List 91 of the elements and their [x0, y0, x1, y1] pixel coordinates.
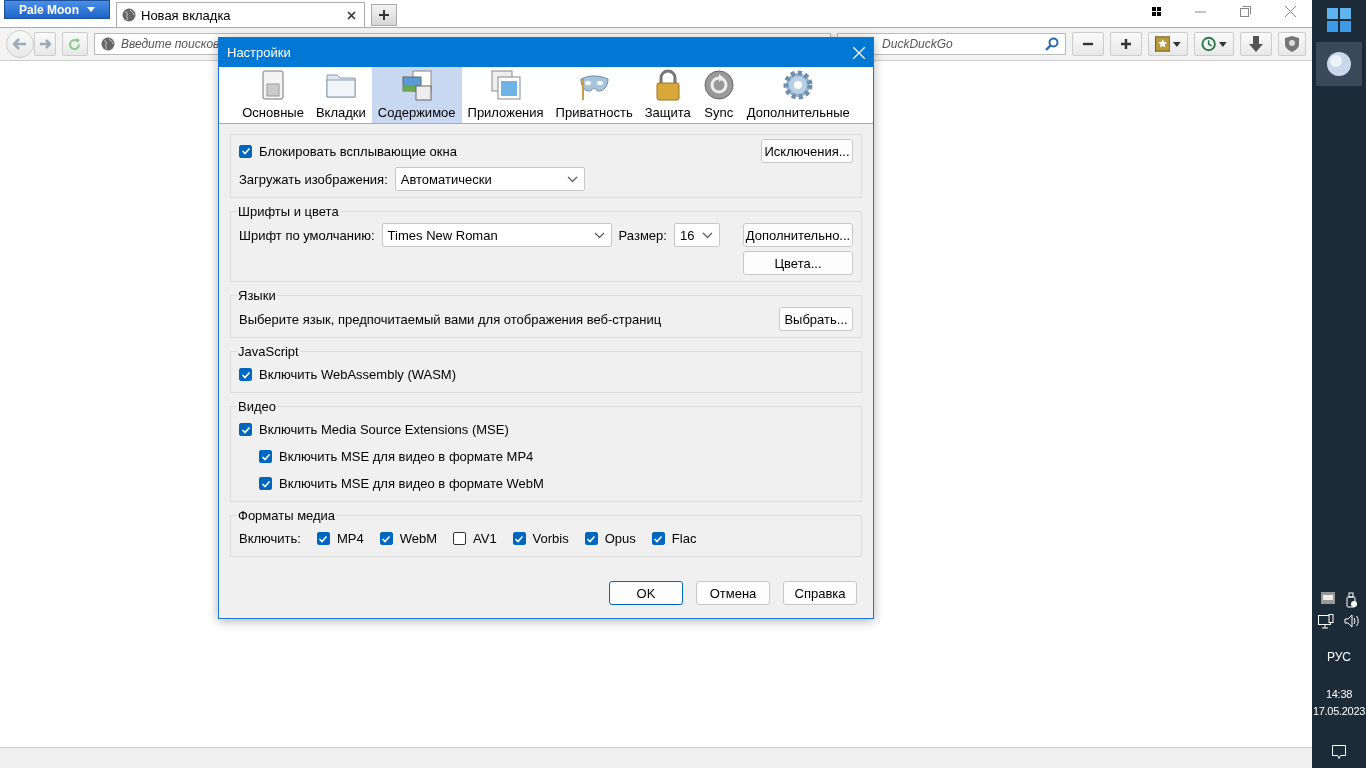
dropdown[interactable]: 16 [673, 223, 720, 247]
globe-icon [100, 37, 115, 51]
plus-icon [1120, 38, 1133, 50]
checkbox[interactable] [239, 368, 252, 381]
exceptions-button[interactable]: Исключения... [761, 139, 853, 163]
field-label: Загружать изображения: [239, 171, 388, 187]
dialog-button[interactable]: OK [609, 581, 683, 605]
globe-icon [122, 8, 136, 22]
zoom-in-button[interactable] [1110, 32, 1143, 56]
group-title: Форматы медиа [237, 508, 337, 523]
group-title: JavaScript [237, 344, 300, 359]
checkbox[interactable] [379, 532, 393, 545]
sync-icon [702, 69, 735, 101]
dialog-title: Настройки [227, 45, 291, 60]
new-tab-button[interactable] [371, 4, 397, 26]
taskbar-app-button[interactable] [1316, 42, 1362, 86]
checkbox[interactable] [239, 423, 252, 436]
choose-button[interactable]: Выбрать... [779, 307, 853, 331]
checkbox-label[interactable]: Включить MSE для видео в формате WebM [279, 476, 544, 491]
dropdown[interactable]: Автоматически [394, 167, 585, 191]
checkbox[interactable] [316, 532, 330, 545]
restore-icon[interactable] [1240, 6, 1251, 17]
pictures-icon [400, 69, 433, 101]
field-label: Шрифт по умолчанию: [239, 227, 375, 243]
shield-button[interactable] [1278, 32, 1306, 56]
checkbox-label[interactable]: Блокировать всплывающие окна [259, 143, 457, 159]
windows-logo-icon[interactable] [1327, 8, 1351, 32]
download-arrow-icon [1249, 36, 1263, 52]
caret-icon [87, 7, 95, 12]
checkbox-label[interactable]: MP4 [336, 531, 364, 546]
language-indicator[interactable]: РУС [1327, 650, 1351, 664]
group-title: Языки [237, 288, 277, 303]
caret-icon [1219, 41, 1228, 47]
forward-arrow-icon [39, 39, 51, 49]
close-icon[interactable] [347, 10, 356, 20]
usb-icon[interactable] [1345, 592, 1357, 608]
colors-button[interactable]: Цвета... [743, 251, 853, 275]
moon-icon [1326, 51, 1352, 77]
pane-tab[interactable]: Защита [638, 67, 697, 123]
caret-icon [1173, 41, 1182, 47]
checkbox-label[interactable]: WebM [399, 531, 437, 546]
clock[interactable]: 14:38 17.05.2023 [1312, 686, 1366, 720]
chevron-down-icon [566, 175, 578, 183]
checkbox-label[interactable]: Opus [604, 531, 636, 546]
checkbox[interactable] [651, 532, 665, 545]
field-label: Размер: [618, 227, 667, 243]
pane-tab[interactable]: Sync [696, 67, 741, 123]
app-menu-button[interactable]: Pale Moon [4, 0, 110, 19]
description-text: Выберите язык, предпочитаемый вами для отображения веб-страниц [239, 311, 662, 327]
checkbox[interactable] [259, 477, 272, 490]
zoom-out-button[interactable] [1072, 32, 1105, 56]
group-title: Шрифты и цвета [237, 204, 340, 219]
checkbox-label[interactable]: AV1 [473, 531, 497, 546]
pane-tab[interactable]: Приватность [549, 67, 639, 123]
reload-icon [68, 37, 82, 51]
checkbox[interactable] [512, 532, 526, 545]
checkbox[interactable] [453, 532, 466, 545]
field-label: Включить: [239, 531, 301, 546]
search-icon[interactable] [1045, 37, 1060, 51]
chevron-down-icon [701, 231, 713, 239]
checkbox[interactable] [259, 450, 272, 463]
notification-icon[interactable] [1331, 744, 1347, 760]
checkbox-label[interactable]: Flac [671, 531, 697, 546]
checkbox-label[interactable]: Vorbis [532, 531, 569, 546]
checkbox[interactable] [584, 532, 598, 545]
chevron-down-icon [593, 231, 605, 239]
clock-icon [1201, 36, 1217, 52]
group-title: Видео [237, 399, 277, 414]
checkbox-label[interactable]: Включить MSE для видео в формате MP4 [279, 449, 534, 464]
network-icon[interactable] [1318, 614, 1334, 630]
download-button[interactable] [1240, 32, 1272, 56]
checkbox[interactable] [239, 144, 252, 158]
pane-tab[interactable]: Вкладки [309, 67, 372, 123]
dialog-button[interactable]: Отмена [696, 581, 770, 605]
dialog-button[interactable]: Справка [783, 581, 857, 605]
pane-tab[interactable]: Содержимое [371, 67, 462, 123]
grid-icon[interactable] [1152, 7, 1161, 16]
dropdown[interactable]: Times New Roman [381, 223, 612, 247]
pane-tab[interactable]: Дополнительные [740, 67, 856, 123]
shield-icon [1285, 36, 1299, 52]
pane-tab[interactable]: Приложения [461, 67, 550, 123]
checkbox-label[interactable]: Включить WebAssembly (WASM) [259, 367, 456, 382]
browser-tab[interactable]: Новая вкладка [116, 2, 365, 27]
pane-tab[interactable]: Основные [236, 67, 310, 123]
speaker-icon[interactable] [1344, 614, 1360, 628]
bookmarks-button[interactable] [1148, 32, 1189, 56]
checkbox-label[interactable]: Включить Media Source Extensions (MSE) [259, 422, 509, 437]
history-button[interactable] [1194, 32, 1235, 56]
back-arrow-icon [13, 38, 27, 50]
advanced-button[interactable]: Дополнительно... [743, 223, 853, 247]
plus-icon [378, 9, 390, 21]
